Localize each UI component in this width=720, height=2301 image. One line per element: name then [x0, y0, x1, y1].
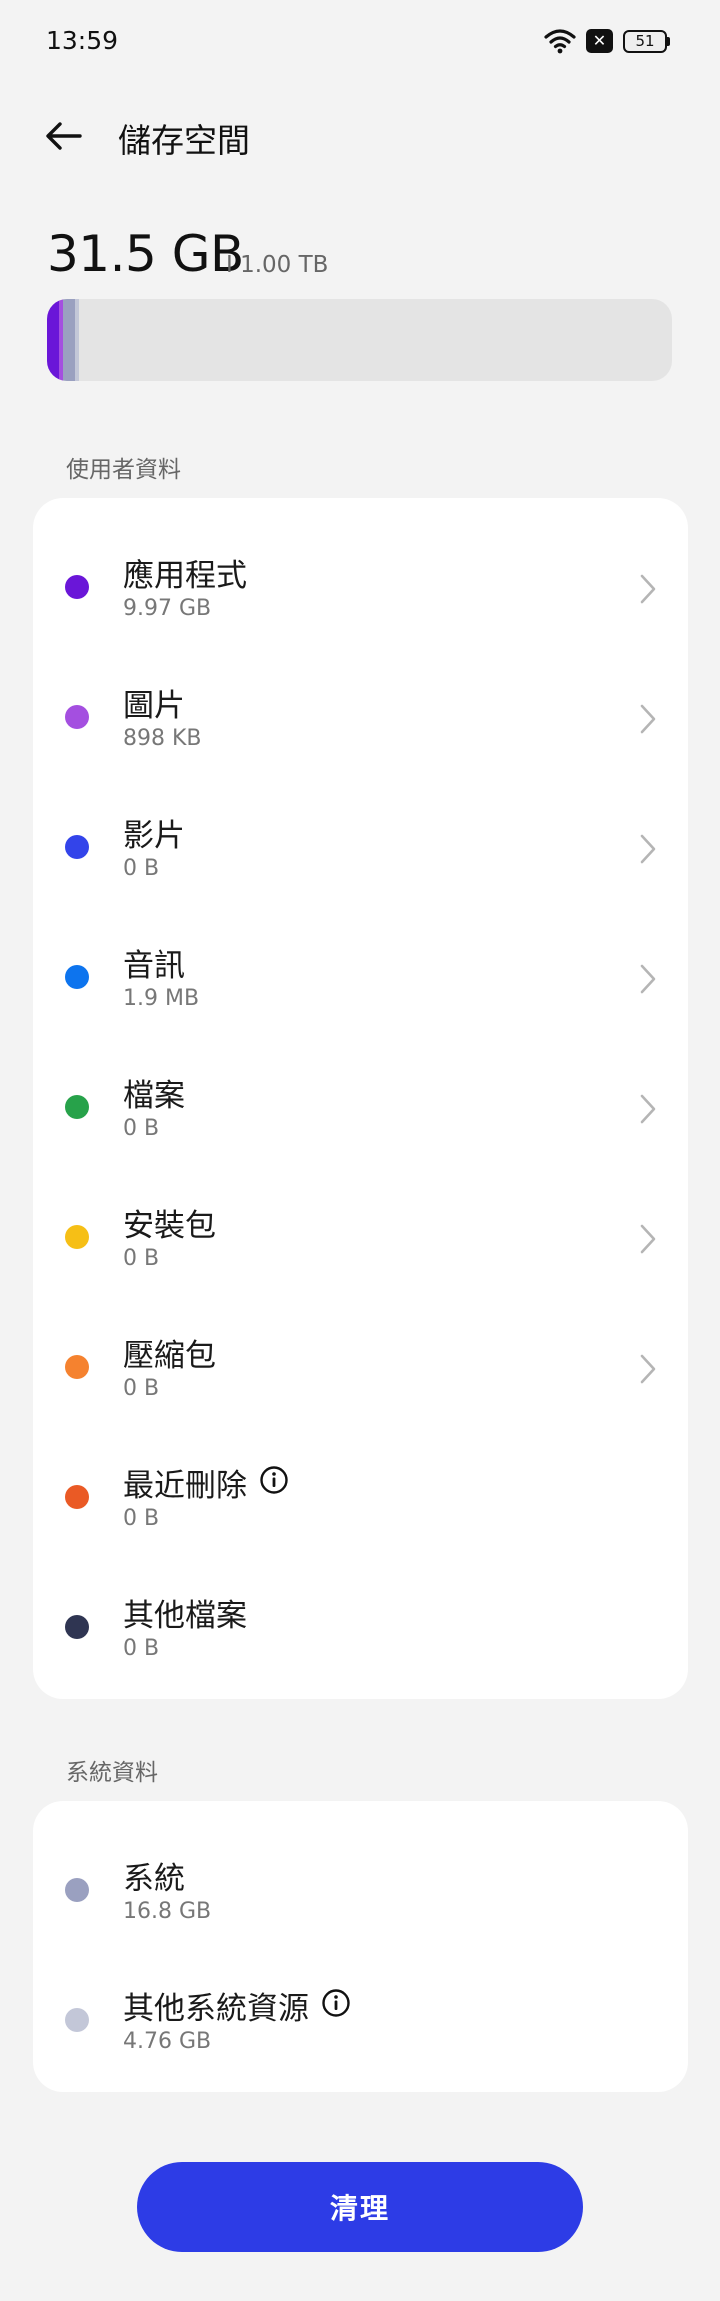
status-time: 13:59: [46, 26, 119, 55]
total-size: I 1.00 TB: [226, 252, 329, 278]
item-title: 最近刪除: [123, 1468, 247, 1504]
color-dot: [65, 1615, 89, 1639]
color-dot: [65, 2008, 89, 2032]
info-icon[interactable]: [321, 1988, 351, 2018]
status-icons: ✕ 51: [544, 28, 670, 54]
color-dot: [65, 1485, 89, 1509]
color-dot: [65, 1225, 89, 1249]
back-button[interactable]: [40, 112, 88, 160]
item-title: 影片: [123, 818, 185, 854]
item-size: 898 KB: [123, 726, 202, 751]
item-title: 其他檔案: [123, 1598, 247, 1634]
item-title: 壓縮包: [123, 1338, 216, 1374]
color-dot: [65, 1095, 89, 1119]
chevron-right-icon: [640, 1224, 656, 1254]
bar-segment-apps: [47, 299, 59, 381]
item-size: 1.9 MB: [123, 986, 200, 1011]
list-item-other-files[interactable]: 其他檔案 0 B: [33, 1550, 688, 1680]
storage-usage-bar: [47, 299, 672, 381]
page-title: 儲存空間: [118, 121, 250, 160]
no-sim-icon: ✕: [586, 29, 613, 53]
color-dot: [65, 1355, 89, 1379]
bar-segment-other-system: [75, 299, 79, 381]
battery-level: 51: [623, 29, 667, 53]
color-dot: [65, 575, 89, 599]
chevron-right-icon: [640, 964, 656, 994]
chevron-right-icon: [640, 1094, 656, 1124]
list-item-recently-deleted[interactable]: 最近刪除 0 B: [33, 1420, 688, 1550]
item-size: 0 B: [123, 1246, 160, 1271]
header: 儲存空間: [0, 100, 720, 172]
item-title-wrap: 最近刪除: [123, 1460, 289, 1505]
system-data-card: 系統 16.8 GB 其他系統資源 4.76 GB: [33, 1801, 688, 2092]
clean-button[interactable]: 清理: [137, 2162, 583, 2252]
item-size: 16.8 GB: [123, 1899, 212, 1924]
item-title: 圖片: [123, 688, 185, 724]
wifi-icon: [544, 29, 576, 54]
item-size: 4.76 GB: [123, 2029, 212, 2054]
color-dot: [65, 835, 89, 859]
arrow-left-icon: [46, 122, 82, 150]
item-title: 音訊: [123, 948, 185, 984]
info-icon[interactable]: [259, 1465, 289, 1495]
item-size: 0 B: [123, 1116, 160, 1141]
battery-icon: 51: [623, 29, 670, 53]
color-dot: [65, 1878, 89, 1902]
list-item-install-packages[interactable]: 安裝包 0 B: [33, 1160, 688, 1290]
chevron-right-icon: [640, 574, 656, 604]
list-item-archives[interactable]: 壓縮包 0 B: [33, 1290, 688, 1420]
item-title: 應用程式: [123, 558, 247, 594]
item-size: 0 B: [123, 1506, 160, 1531]
chevron-right-icon: [640, 1354, 656, 1384]
item-size: 9.97 GB: [123, 596, 212, 621]
user-data-card: 應用程式 9.97 GB 圖片 898 KB 影片 0 B 音訊 1.9 MB …: [33, 498, 688, 1699]
bar-segment-system: [63, 299, 75, 381]
chevron-right-icon: [640, 704, 656, 734]
item-title: 系統: [123, 1861, 185, 1897]
item-title: 安裝包: [123, 1208, 216, 1244]
list-item-images[interactable]: 圖片 898 KB: [33, 640, 688, 770]
list-item-other-system-resources[interactable]: 其他系統資源 4.76 GB: [33, 1943, 688, 2073]
system-section-label: 系統資料: [66, 1760, 158, 1786]
item-size: 0 B: [123, 856, 160, 881]
color-dot: [65, 705, 89, 729]
user-section-label: 使用者資料: [66, 457, 181, 483]
chevron-right-icon: [640, 834, 656, 864]
status-bar: 13:59 ✕ 51: [0, 0, 720, 86]
list-item-system[interactable]: 系統 16.8 GB: [33, 1813, 688, 1943]
item-title-wrap: 其他系統資源: [123, 1983, 351, 2028]
item-title: 其他系統資源: [123, 1991, 309, 2027]
list-item-apps[interactable]: 應用程式 9.97 GB: [33, 510, 688, 640]
item-title: 檔案: [123, 1078, 185, 1114]
list-item-files[interactable]: 檔案 0 B: [33, 1030, 688, 1160]
color-dot: [65, 965, 89, 989]
list-item-videos[interactable]: 影片 0 B: [33, 770, 688, 900]
item-size: 0 B: [123, 1376, 160, 1401]
item-size: 0 B: [123, 1636, 160, 1661]
list-item-audio[interactable]: 音訊 1.9 MB: [33, 900, 688, 1030]
used-size: 31.5 GB: [47, 225, 244, 283]
